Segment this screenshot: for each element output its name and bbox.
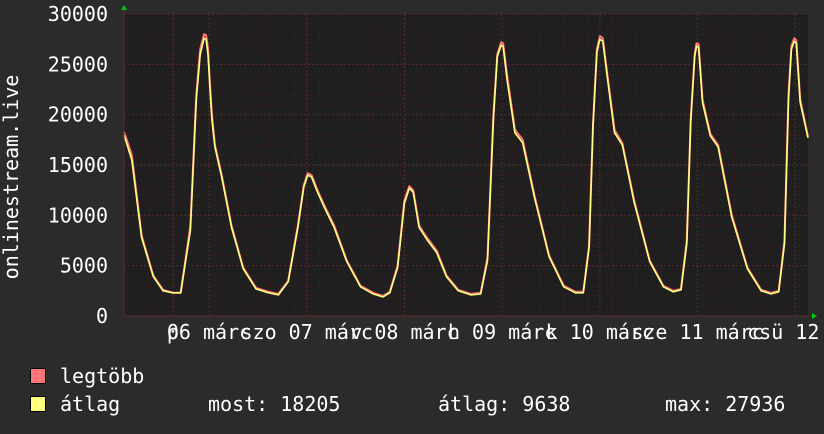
x-tick-label: csü 12 m	[747, 320, 824, 344]
stat-max: max: 27936	[665, 392, 785, 416]
stat-max-value: 27936	[725, 392, 786, 416]
y-axis-label: onlinestream.live	[0, 75, 23, 280]
x-tick-label: sze 11 márc	[631, 320, 763, 344]
legend-max-label: legtöbb	[60, 364, 145, 388]
y-tick-label: 20000	[48, 103, 108, 127]
stat-max-label: max:	[665, 392, 714, 416]
legend-row-avg: átlag most: 18205 átlag: 9638 max: 27936	[30, 390, 785, 418]
y-tick-label: 0	[96, 304, 108, 328]
y-tick-label: 25000	[48, 52, 108, 76]
legend: legtöbb átlag most: 18205 átlag: 9638 ma…	[30, 362, 785, 418]
avg-series-swatch	[30, 396, 46, 412]
x-tick-label: 06 márc	[167, 320, 251, 344]
stat-avg-value: 9638	[522, 392, 571, 416]
x-tick-label: h 09 márc	[448, 320, 556, 344]
stat-avg: átlag: 9638	[438, 392, 665, 416]
stat-now-label: most:	[208, 392, 269, 416]
stat-now-value: 18205	[280, 392, 341, 416]
y-tick-label: 10000	[48, 203, 108, 227]
x-axis-arrow	[812, 313, 817, 319]
legend-row-max: legtöbb	[30, 362, 785, 390]
stat-now: most: 18205	[208, 392, 438, 416]
x-tick-label: v 08 márc	[350, 320, 458, 344]
max-series-swatch	[30, 368, 46, 384]
stat-avg-label: átlag:	[438, 392, 511, 416]
y-axis-arrow	[121, 5, 127, 10]
y-tick-label: 15000	[48, 153, 108, 177]
y-tick-label: 30000	[48, 2, 108, 26]
legend-avg-label: átlag	[60, 392, 121, 416]
y-tick-label: 5000	[60, 254, 108, 278]
